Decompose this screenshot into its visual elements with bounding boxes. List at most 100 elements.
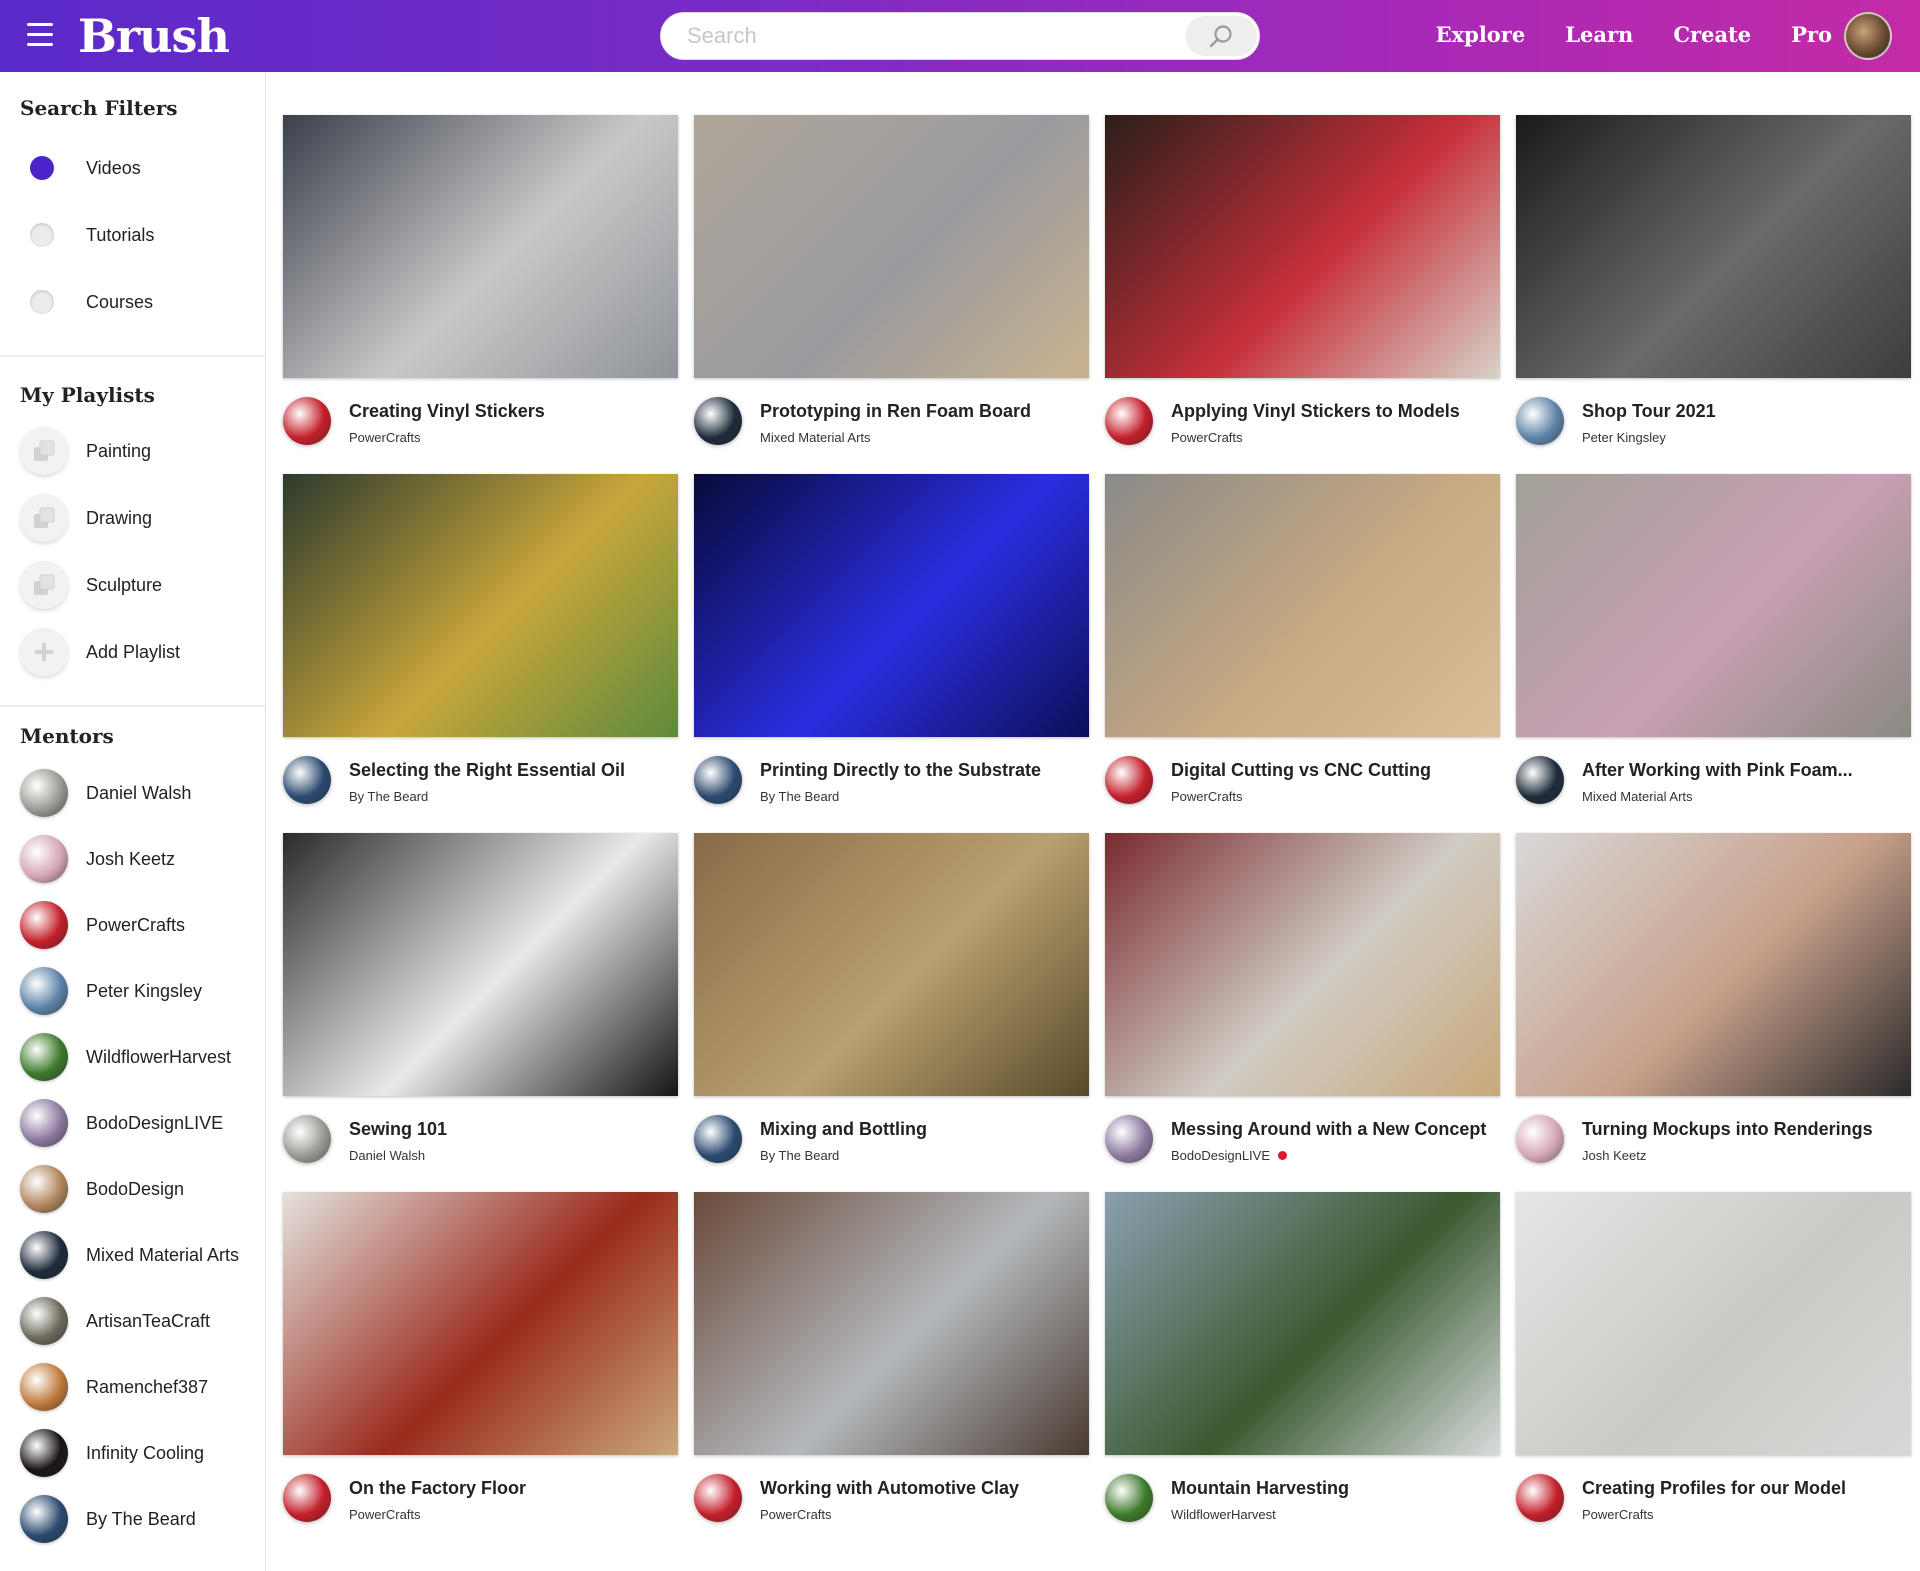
video-thumbnail[interactable] [694,833,1089,1096]
video-title[interactable]: Messing Around with a New Concept [1171,1119,1486,1140]
video-title[interactable]: Selecting the Right Essential Oil [349,760,625,781]
channel-name[interactable]: PowerCrafts [760,1507,832,1522]
channel-name[interactable]: PowerCrafts [1171,430,1243,445]
video-thumbnail[interactable] [1516,833,1911,1096]
video-card[interactable]: Printing Directly to the Substrate By The… [694,474,1089,814]
mentor-avatar[interactable] [20,1099,68,1147]
video-card[interactable]: Working with Automotive Clay PowerCrafts [694,1192,1089,1532]
mentor-avatar[interactable] [20,901,68,949]
channel-name[interactable]: Josh Keetz [1582,1148,1646,1163]
channel-avatar[interactable] [694,1474,742,1522]
mentor-avatar[interactable] [20,1363,68,1411]
video-title[interactable]: On the Factory Floor [349,1478,526,1499]
mentor-powercrafts[interactable]: PowerCrafts [20,901,185,949]
video-card[interactable]: Messing Around with a New Concept BodoDes… [1105,833,1500,1173]
video-title[interactable]: Digital Cutting vs CNC Cutting [1171,760,1431,781]
video-title[interactable]: Sewing 101 [349,1119,447,1140]
nav-learn[interactable]: Learn [1565,22,1633,47]
radio-button[interactable] [30,156,54,180]
channel-avatar[interactable] [1516,1115,1564,1163]
video-thumbnail[interactable] [283,1192,678,1455]
video-card[interactable]: Sewing 101 Daniel Walsh [283,833,678,1173]
mentor-mixed-material-arts[interactable]: Mixed Material Arts [20,1231,239,1279]
video-title[interactable]: Prototyping in Ren Foam Board [760,401,1031,422]
mentor-avatar[interactable] [20,1231,68,1279]
user-avatar[interactable] [1844,12,1892,60]
video-thumbnail[interactable] [1105,833,1500,1096]
video-thumbnail[interactable] [1105,1192,1500,1455]
mentor-wildflowerharvest[interactable]: WildflowerHarvest [20,1033,231,1081]
video-thumbnail[interactable] [694,474,1089,737]
video-card[interactable]: Creating Profiles for our Model PowerCraf… [1516,1192,1911,1532]
mentor-josh-keetz[interactable]: Josh Keetz [20,835,175,883]
mentor-avatar[interactable] [20,1297,68,1345]
channel-name[interactable]: By The Beard [760,789,839,804]
channel-avatar[interactable] [1516,1474,1564,1522]
video-card[interactable]: After Working with Pink Foam... Mixed Mat… [1516,474,1911,814]
mentor-avatar[interactable] [20,1033,68,1081]
video-title[interactable]: Creating Vinyl Stickers [349,401,545,422]
channel-name[interactable]: Mixed Material Arts [1582,789,1693,804]
video-thumbnail[interactable] [1516,115,1911,378]
search-button[interactable] [1185,16,1257,56]
video-title[interactable]: Applying Vinyl Stickers to Models [1171,401,1460,422]
mentor-avatar[interactable] [20,835,68,883]
channel-name[interactable]: PowerCrafts [349,430,421,445]
mentor-ramenchef387[interactable]: Ramenchef387 [20,1363,208,1411]
video-thumbnail[interactable] [1105,115,1500,378]
channel-name[interactable]: By The Beard [349,789,428,804]
nav-explore[interactable]: Explore [1436,22,1526,47]
channel-name[interactable]: BodoDesignLIVE [1171,1148,1288,1163]
mentor-bododesign[interactable]: BodoDesign [20,1165,184,1213]
mentor-peter-kingsley[interactable]: Peter Kingsley [20,967,202,1015]
mentor-bododesignlive[interactable]: BodoDesignLIVE [20,1099,223,1147]
channel-avatar[interactable] [283,397,331,445]
channel-avatar[interactable] [1516,756,1564,804]
video-thumbnail[interactable] [694,1192,1089,1455]
nav-create[interactable]: Create [1673,22,1751,47]
menu-icon[interactable] [27,23,53,47]
channel-avatar[interactable] [1105,397,1153,445]
mentor-by-the-beard[interactable]: By The Beard [20,1495,196,1543]
video-title[interactable]: After Working with Pink Foam... [1582,760,1853,781]
radio-button[interactable] [30,290,54,314]
channel-avatar[interactable] [283,1115,331,1163]
video-title[interactable]: Creating Profiles for our Model [1582,1478,1846,1499]
video-card[interactable]: Creating Vinyl Stickers PowerCrafts [283,115,678,455]
mentor-avatar[interactable] [20,1165,68,1213]
filter-courses[interactable]: Courses [30,290,153,314]
video-title[interactable]: Mountain Harvesting [1171,1478,1349,1499]
channel-avatar[interactable] [694,1115,742,1163]
video-card[interactable]: Prototyping in Ren Foam Board Mixed Mater… [694,115,1089,455]
video-title[interactable]: Mixing and Bottling [760,1119,927,1140]
nav-pro[interactable]: Pro [1791,22,1832,47]
channel-avatar[interactable] [1105,1474,1153,1522]
video-thumbnail[interactable] [1516,1192,1911,1455]
video-thumbnail[interactable] [283,833,678,1096]
search-input[interactable] [687,13,1167,59]
mentor-avatar[interactable] [20,769,68,817]
video-card[interactable]: Mountain Harvesting WildflowerHarvest [1105,1192,1500,1532]
channel-name[interactable]: PowerCrafts [1582,1507,1654,1522]
video-title[interactable]: Printing Directly to the Substrate [760,760,1041,781]
video-thumbnail[interactable] [694,115,1089,378]
channel-name[interactable]: By The Beard [760,1148,839,1163]
playlist-drawing[interactable]: Drawing [20,494,152,542]
channel-avatar[interactable] [283,1474,331,1522]
channel-name[interactable]: PowerCrafts [1171,789,1243,804]
filter-tutorials[interactable]: Tutorials [30,223,154,247]
channel-avatar[interactable] [1105,1115,1153,1163]
video-card[interactable]: Turning Mockups into Renderings Josh Keet… [1516,833,1911,1173]
video-card[interactable]: Digital Cutting vs CNC Cutting PowerCraft… [1105,474,1500,814]
mentor-artisanteacraft[interactable]: ArtisanTeaCraft [20,1297,210,1345]
video-card[interactable]: Selecting the Right Essential Oil By The … [283,474,678,814]
mentor-avatar[interactable] [20,1495,68,1543]
add-playlist-button[interactable]: Add Playlist [20,628,180,676]
channel-avatar[interactable] [694,756,742,804]
channel-name[interactable]: Peter Kingsley [1582,430,1666,445]
channel-name[interactable]: PowerCrafts [349,1507,421,1522]
channel-avatar[interactable] [694,397,742,445]
channel-name[interactable]: Mixed Material Arts [760,430,871,445]
video-card[interactable]: Shop Tour 2021 Peter Kingsley [1516,115,1911,455]
mentor-avatar[interactable] [20,1429,68,1477]
